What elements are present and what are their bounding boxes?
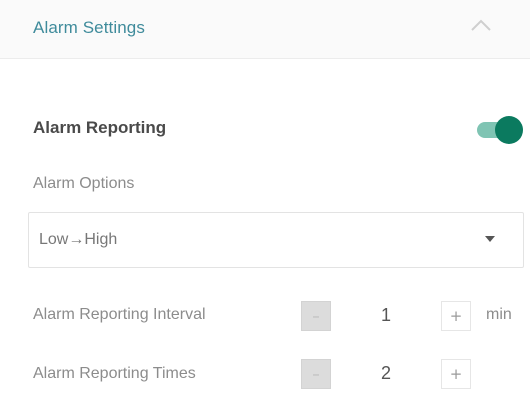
reporting-times-value[interactable]: 2 <box>371 363 401 384</box>
reporting-interval-minus-button[interactable]: – <box>301 301 331 331</box>
panel-title: Alarm Settings <box>33 18 145 37</box>
reporting-interval-value[interactable]: 1 <box>371 305 401 326</box>
reporting-times-label: Alarm Reporting Times <box>33 365 196 382</box>
alarm-options-selected-value: Low→High <box>39 231 118 248</box>
alarm-reporting-label: Alarm Reporting <box>33 118 167 137</box>
reporting-times-plus-button[interactable]: + <box>441 359 471 389</box>
alarm-options-label: Alarm Options <box>33 175 135 192</box>
reporting-interval-label: Alarm Reporting Interval <box>33 306 206 323</box>
reporting-interval-unit: min <box>486 306 512 323</box>
alarm-options-select[interactable]: Low→High <box>28 212 524 268</box>
reporting-times-minus-button[interactable]: – <box>301 359 331 389</box>
chevron-up-icon[interactable] <box>468 15 494 37</box>
caret-down-icon[interactable] <box>485 236 495 242</box>
alarm-reporting-toggle[interactable] <box>475 116 523 144</box>
toggle-knob <box>495 116 523 144</box>
panel-header[interactable]: Alarm Settings <box>0 0 530 59</box>
reporting-interval-plus-button[interactable]: + <box>441 301 471 331</box>
